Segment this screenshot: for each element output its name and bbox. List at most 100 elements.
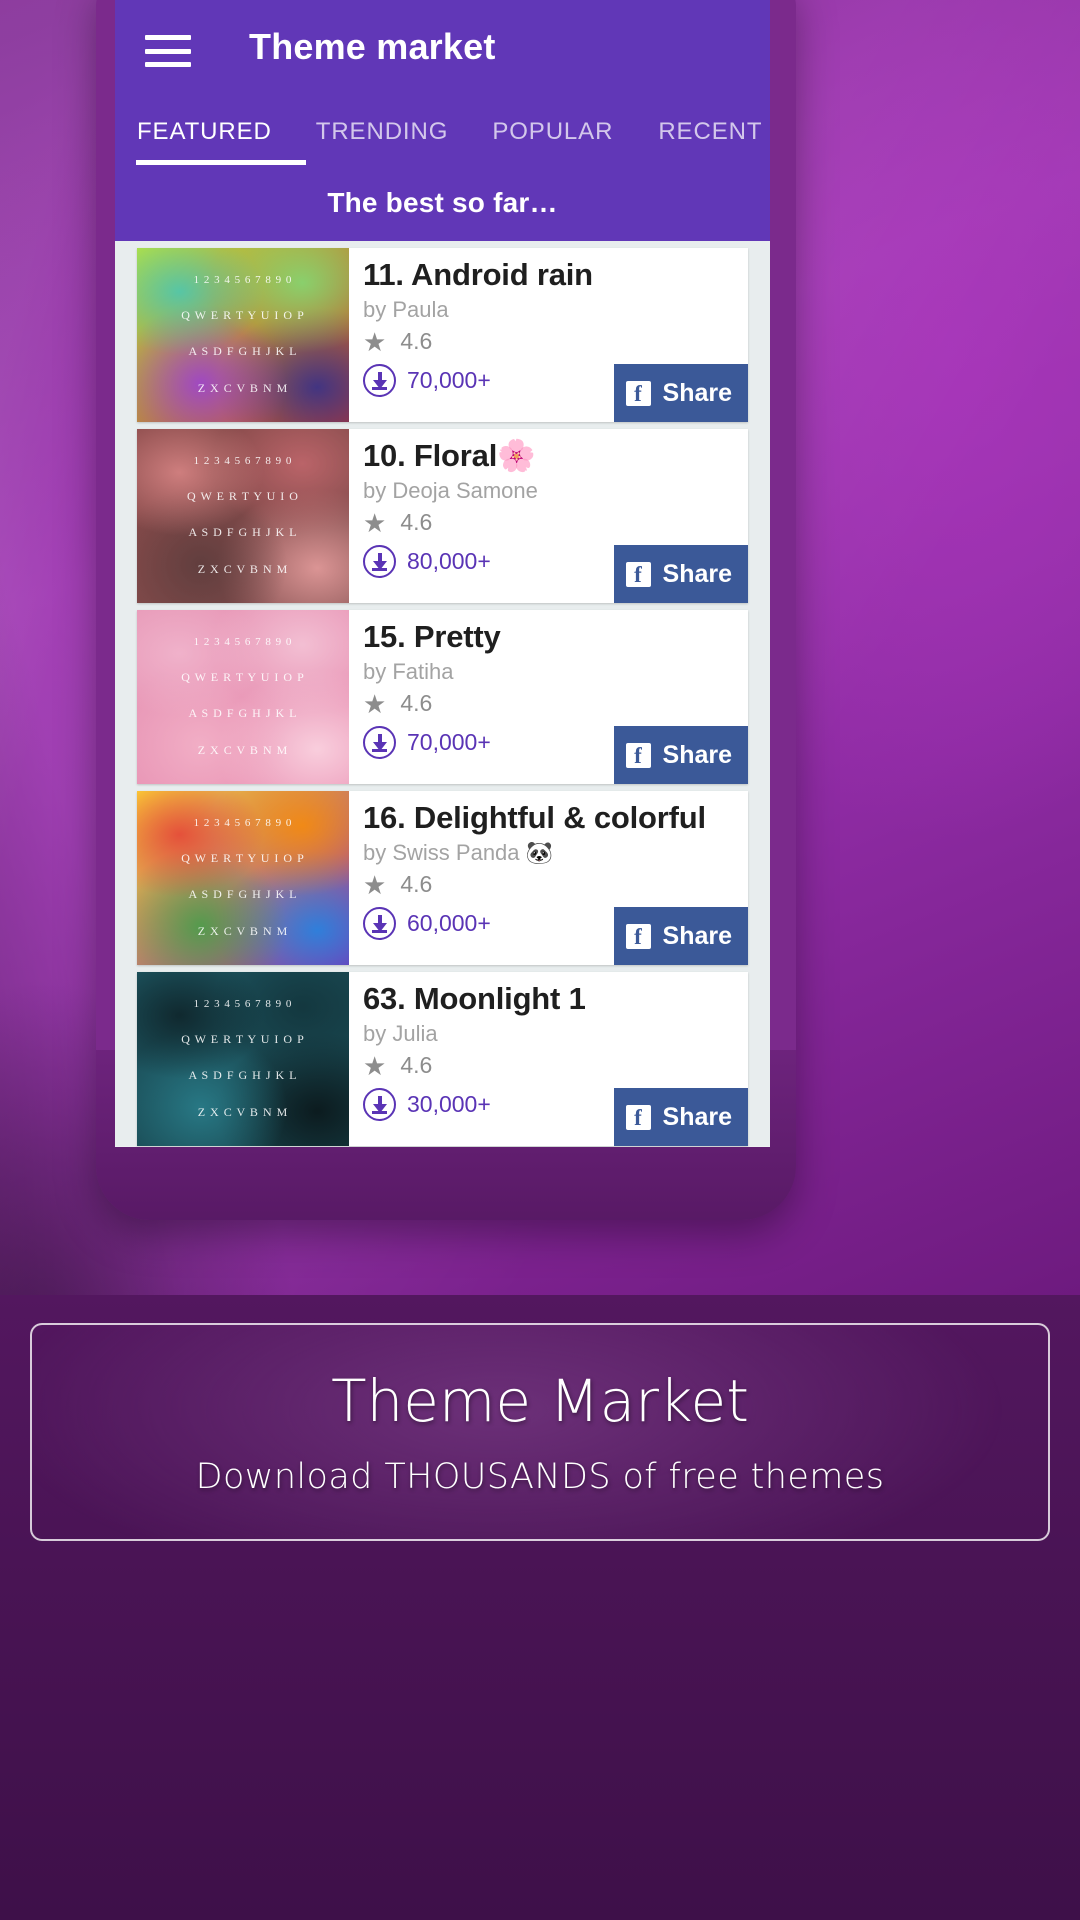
keyboard-row: Z X C V B N M (197, 561, 289, 576)
tab-popular-label: POPULAR (492, 118, 614, 145)
tab-trending[interactable]: TRENDING (316, 118, 449, 150)
tab-recent[interactable]: RECENT (658, 118, 762, 150)
facebook-icon: f (625, 923, 651, 949)
keyboard-row: Q W E R T Y U I O P (181, 307, 305, 322)
theme-title: 16. Delightful & colorful (363, 800, 706, 835)
keyboard-row: Q W E R T Y U I O P (181, 1031, 305, 1046)
share-button[interactable]: f Share (613, 1088, 748, 1146)
keyboard-row: Q W E R T Y U I O P (181, 669, 305, 684)
theme-rating-value: 4.6 (400, 328, 433, 355)
share-button[interactable]: f Share (613, 364, 748, 422)
facebook-icon: f (625, 742, 651, 768)
thumbnail-keyboard-preview: 1 2 3 4 5 6 7 8 9 0 Q W E R T Y U I O P A … (137, 248, 349, 422)
theme-rating-value: 4.6 (400, 871, 433, 898)
theme-list: 1 2 3 4 5 6 7 8 9 0 Q W E R T Y U I O P A … (115, 241, 770, 1146)
keyboard-row: 1 2 3 4 5 6 7 8 9 0 (193, 817, 293, 830)
keyboard-row: A S D F G H J K L (188, 525, 298, 540)
section-subtitle: The best so far… (327, 187, 558, 218)
download-icon-base (372, 930, 387, 934)
theme-card[interactable]: 1 2 3 4 5 6 7 8 9 0 Q W E R T Y U I O P A … (137, 248, 748, 422)
keyboard-row: A S D F G H J K L (188, 1068, 298, 1083)
theme-title: 11. Android rain (363, 257, 593, 292)
star-icon: ★ (363, 688, 387, 719)
theme-thumbnail: 1 2 3 4 5 6 7 8 9 0 Q W E R T Y U I O P A … (137, 791, 349, 965)
theme-rating: ★ 4.6 (363, 690, 748, 717)
keyboard-row: A S D F G H J K L (188, 887, 298, 902)
theme-author: by Paula (363, 297, 449, 323)
keyboard-row: Z X C V B N M (197, 380, 289, 395)
theme-download-count: 60,000+ (407, 910, 491, 937)
theme-rating-value: 4.6 (400, 1052, 433, 1079)
thumbnail-keyboard-preview: 1 2 3 4 5 6 7 8 9 0 Q W E R T Y U I O P A … (137, 791, 349, 965)
tab-bar: FEATURED TRENDING POPULAR RECENT (115, 103, 770, 165)
theme-rating: ★ 4.6 (363, 328, 748, 355)
theme-author: by Fatiha (363, 659, 454, 685)
theme-info: 11. Android rain by Paula ★ 4.6 70,000+ f Shar… (349, 248, 748, 422)
keyboard-row: Z X C V B N M (197, 923, 289, 938)
tab-trending-label: TRENDING (315, 118, 449, 145)
keyboard-row: Q W E R T Y U I O (187, 488, 299, 503)
theme-card[interactable]: 1 2 3 4 5 6 7 8 9 0 Q W E R T Y U I O P A … (137, 791, 748, 965)
share-button-label: Share (662, 921, 732, 950)
theme-card[interactable]: 1 2 3 4 5 6 7 8 9 0 Q W E R T Y U I O A S … (137, 429, 748, 603)
theme-rating-value: 4.6 (400, 690, 433, 717)
theme-thumbnail: 1 2 3 4 5 6 7 8 9 0 Q W E R T Y U I O P A … (137, 248, 349, 422)
tab-popular[interactable]: POPULAR (492, 118, 613, 150)
promo-subtitle: Download THOUSANDS of free themes (195, 1457, 885, 1497)
section-header: The best so far… (115, 165, 770, 241)
facebook-icon: f (625, 1104, 651, 1130)
star-icon: ★ (363, 1050, 387, 1081)
download-circle-icon (363, 545, 396, 579)
keyboard-row: 1 2 3 4 5 6 7 8 9 0 (193, 274, 293, 287)
theme-author: by Julia (363, 1021, 438, 1047)
star-icon: ★ (363, 869, 387, 900)
tab-active-indicator (136, 160, 306, 165)
download-circle-icon (363, 907, 396, 941)
theme-title: 15. Pretty (363, 619, 501, 654)
share-button[interactable]: f Share (613, 545, 748, 603)
theme-download-count: 70,000+ (407, 367, 491, 394)
star-icon: ★ (363, 507, 387, 538)
download-icon-base (372, 749, 387, 753)
facebook-icon: f (625, 561, 651, 587)
tab-featured-label: FEATURED (137, 118, 272, 145)
keyboard-row: Z X C V B N M (197, 1104, 289, 1119)
theme-info: 15. Pretty by Fatiha ★ 4.6 70,000+ f Share (349, 610, 748, 784)
theme-rating: ★ 4.6 (363, 871, 748, 898)
app-bar: Theme market (115, 0, 770, 103)
keyboard-row: 1 2 3 4 5 6 7 8 9 0 (193, 455, 293, 468)
share-button-label: Share (662, 740, 732, 769)
download-icon-base (372, 568, 387, 572)
download-circle-icon (363, 364, 396, 398)
tab-featured[interactable]: FEATURED (137, 118, 272, 150)
keyboard-row: Q W E R T Y U I O P (181, 850, 305, 865)
download-circle-icon (363, 1088, 396, 1122)
theme-title: 10. Floral🌸 (363, 438, 536, 473)
share-button[interactable]: f Share (613, 726, 748, 784)
page-title: Theme market (249, 26, 496, 67)
thumbnail-keyboard-preview: 1 2 3 4 5 6 7 8 9 0 Q W E R T Y U I O P A … (137, 610, 349, 784)
star-icon: ★ (363, 326, 387, 357)
share-button-label: Share (662, 1102, 732, 1131)
theme-card[interactable]: 1 2 3 4 5 6 7 8 9 0 Q W E R T Y U I O P A … (137, 610, 748, 784)
facebook-icon: f (625, 380, 651, 406)
theme-info: 10. Floral🌸 by Deoja Samone ★ 4.6 80,000+ f Sh… (349, 429, 748, 603)
theme-author: by Swiss Panda 🐼 (363, 840, 554, 866)
keyboard-row: A S D F G H J K L (188, 706, 298, 721)
theme-thumbnail: 1 2 3 4 5 6 7 8 9 0 Q W E R T Y U I O P A … (137, 972, 349, 1146)
theme-card[interactable]: 1 2 3 4 5 6 7 8 9 0 Q W E R T Y U I O P A … (137, 972, 748, 1146)
theme-author: by Deoja Samone (363, 478, 538, 504)
app-screen: Theme market FEATURED TRENDING POPULAR R… (115, 0, 770, 1147)
promo-title: Theme Market (331, 1367, 749, 1435)
keyboard-row: 1 2 3 4 5 6 7 8 9 0 (193, 998, 293, 1011)
hamburger-menu-icon[interactable] (143, 31, 193, 71)
theme-rating: ★ 4.6 (363, 1052, 748, 1079)
thumbnail-keyboard-preview: 1 2 3 4 5 6 7 8 9 0 Q W E R T Y U I O A S … (137, 429, 349, 603)
tab-recent-label: RECENT (658, 118, 763, 145)
share-button-label: Share (662, 378, 732, 407)
theme-thumbnail: 1 2 3 4 5 6 7 8 9 0 Q W E R T Y U I O A S … (137, 429, 349, 603)
download-icon-base (372, 387, 387, 391)
promo-banner[interactable]: Theme Market Download THOUSANDS of free … (30, 1323, 1050, 1541)
theme-info: 16. Delightful & colorful by Swiss Panda … (349, 791, 748, 965)
share-button[interactable]: f Share (613, 907, 748, 965)
